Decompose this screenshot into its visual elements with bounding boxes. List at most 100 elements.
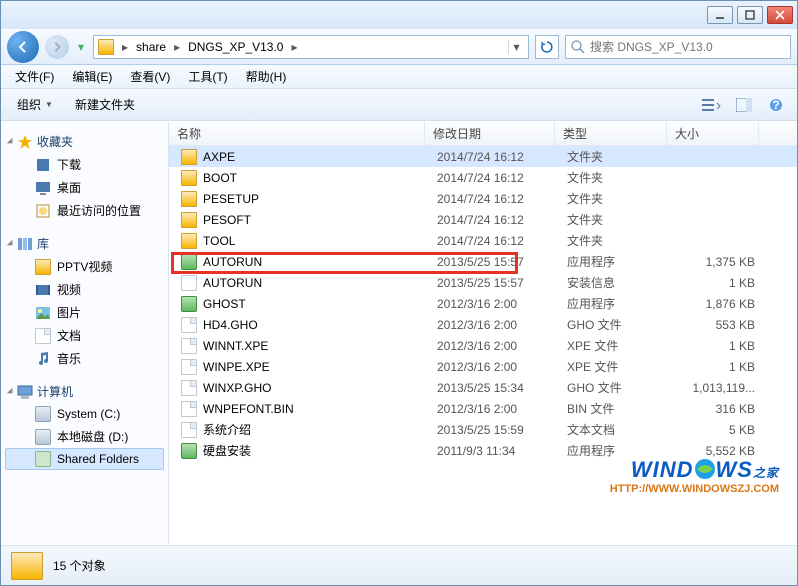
file-icon: [181, 317, 197, 333]
sidebar-item-drive-c[interactable]: System (C:): [5, 403, 164, 425]
sidebar-item-pictures[interactable]: 图片: [5, 301, 164, 324]
sidebar-item-label: PPTV视频: [57, 258, 112, 275]
file-row[interactable]: 硬盘安装2011/9/3 11:34应用程序5,552 KB: [169, 440, 797, 461]
organize-label: 组织: [17, 96, 41, 113]
help-button[interactable]: ?: [763, 94, 789, 116]
application-icon: [181, 254, 197, 270]
sidebar-item-downloads[interactable]: 下载: [5, 153, 164, 176]
watermark: WINDWS之家 HTTP://WWW.WINDOWSZJ.COM: [610, 457, 779, 495]
cell-name: BOOT: [173, 170, 429, 186]
file-row[interactable]: TOOL2014/7/24 16:12文件夹: [169, 230, 797, 251]
organize-button[interactable]: 组织▼: [9, 92, 61, 117]
folder-icon: [181, 191, 197, 207]
menu-tools[interactable]: 工具(T): [180, 65, 235, 88]
cell-type: 文本文档: [559, 421, 671, 438]
column-date[interactable]: 修改日期: [425, 122, 555, 145]
file-row[interactable]: WNPEFONT.BIN2012/3/16 2:00BIN 文件316 KB: [169, 398, 797, 419]
breadcrumb-root-chevron[interactable]: ▸: [120, 38, 130, 56]
help-icon: ?: [769, 98, 783, 112]
address-dropdown[interactable]: ▾: [508, 40, 524, 54]
history-dropdown[interactable]: ▾: [75, 40, 87, 54]
cell-size: 1 KB: [671, 276, 763, 290]
menu-file[interactable]: 文件(F): [7, 65, 62, 88]
file-row[interactable]: AXPE2014/7/24 16:12文件夹: [169, 146, 797, 167]
file-row[interactable]: PESETUP2014/7/24 16:12文件夹: [169, 188, 797, 209]
file-row[interactable]: BOOT2014/7/24 16:12文件夹: [169, 167, 797, 188]
watermark-url: HTTP://WWW.WINDOWSZJ.COM: [610, 483, 779, 495]
sidebar-item-videos[interactable]: 视频: [5, 278, 164, 301]
maximize-button[interactable]: [737, 6, 763, 24]
file-row[interactable]: AUTORUN2013/5/25 15:57应用程序1,375 KB: [169, 251, 797, 272]
folder-icon: [98, 39, 114, 55]
file-list[interactable]: AXPE2014/7/24 16:12文件夹BOOT2014/7/24 16:1…: [169, 146, 797, 545]
search-input[interactable]: [590, 40, 786, 54]
download-icon: [35, 157, 51, 173]
file-icon: [181, 338, 197, 354]
column-name[interactable]: 名称: [169, 122, 425, 145]
cell-type: 文件夹: [559, 211, 671, 228]
breadcrumb-seg-share[interactable]: share: [130, 38, 172, 56]
disclosure-icon: [7, 239, 15, 247]
menu-view[interactable]: 查看(V): [122, 65, 178, 88]
column-type[interactable]: 类型: [555, 122, 667, 145]
cell-size: 553 KB: [671, 318, 763, 332]
folder-icon: [11, 552, 43, 580]
sidebar-item-recent[interactable]: 最近访问的位置: [5, 199, 164, 222]
cell-name: PESETUP: [173, 191, 429, 207]
application-icon: [181, 443, 197, 459]
file-row[interactable]: 系统介绍2013/5/25 15:59文本文档5 KB: [169, 419, 797, 440]
navigation-bar: ▾ ▸ share ▸ DNGS_XP_V13.0 ▸ ▾: [1, 29, 797, 65]
status-bar: 15 个对象: [1, 545, 797, 585]
cell-size: 5 KB: [671, 423, 763, 437]
file-row[interactable]: AUTORUN2013/5/25 15:57安装信息1 KB: [169, 272, 797, 293]
cell-date: 2012/3/16 2:00: [429, 339, 559, 353]
sidebar-item-music[interactable]: 音乐: [5, 347, 164, 370]
file-row[interactable]: WINNT.XPE2012/3/16 2:00XPE 文件1 KB: [169, 335, 797, 356]
folder-icon: [181, 170, 197, 186]
folder-icon: [181, 149, 197, 165]
menu-help[interactable]: 帮助(H): [238, 65, 295, 88]
sidebar-item-documents[interactable]: 文档: [5, 324, 164, 347]
new-folder-button[interactable]: 新建文件夹: [67, 92, 143, 117]
back-button[interactable]: [7, 31, 39, 63]
minimize-button[interactable]: [707, 6, 733, 24]
menu-edit[interactable]: 编辑(E): [64, 65, 120, 88]
cell-date: 2011/9/3 11:34: [429, 444, 559, 458]
file-row[interactable]: WINPE.XPE2012/3/16 2:00XPE 文件1 KB: [169, 356, 797, 377]
video-icon: [35, 282, 51, 298]
sidebar-item-label: Shared Folders: [57, 452, 139, 466]
sidebar-item-drive-d[interactable]: 本地磁盘 (D:): [5, 425, 164, 448]
file-row[interactable]: HD4.GHO2012/3/16 2:00GHO 文件553 KB: [169, 314, 797, 335]
file-row[interactable]: WINXP.GHO2013/5/25 15:34GHO 文件1,013,119.…: [169, 377, 797, 398]
desktop-icon: [35, 180, 51, 196]
breadcrumb-seg-current[interactable]: DNGS_XP_V13.0: [182, 38, 289, 56]
cell-name: PESOFT: [173, 212, 429, 228]
sidebar-label: 计算机: [37, 383, 73, 400]
cell-size: 1,375 KB: [671, 255, 763, 269]
chevron-right-icon[interactable]: ▸: [172, 38, 182, 56]
refresh-button[interactable]: [535, 35, 559, 59]
window-titlebar: [1, 1, 797, 29]
sidebar-header-computer[interactable]: 计算机: [5, 380, 164, 403]
file-name: WINXP.GHO: [203, 381, 271, 395]
sidebar-item-pptv[interactable]: PPTV视频: [5, 255, 164, 278]
search-box[interactable]: [565, 35, 791, 59]
sidebar-item-desktop[interactable]: 桌面: [5, 176, 164, 199]
view-options-button[interactable]: [699, 94, 725, 116]
column-size[interactable]: 大小: [667, 122, 759, 145]
folder-icon: [35, 259, 51, 275]
sidebar-header-favorites[interactable]: 收藏夹: [5, 130, 164, 153]
address-bar[interactable]: ▸ share ▸ DNGS_XP_V13.0 ▸ ▾: [93, 35, 529, 59]
close-button[interactable]: [767, 6, 793, 24]
sidebar-header-libraries[interactable]: 库: [5, 232, 164, 255]
cell-type: XPE 文件: [559, 358, 671, 375]
text-file-icon: [181, 422, 197, 438]
forward-button[interactable]: [45, 35, 69, 59]
file-row[interactable]: GHOST2012/3/16 2:00应用程序1,876 KB: [169, 293, 797, 314]
recent-icon: [35, 203, 51, 219]
sidebar-item-shared-folders[interactable]: Shared Folders: [5, 448, 164, 470]
chevron-right-icon[interactable]: ▸: [289, 38, 299, 56]
file-row[interactable]: PESOFT2014/7/24 16:12文件夹: [169, 209, 797, 230]
picture-icon: [35, 305, 51, 321]
preview-pane-button[interactable]: [731, 94, 757, 116]
